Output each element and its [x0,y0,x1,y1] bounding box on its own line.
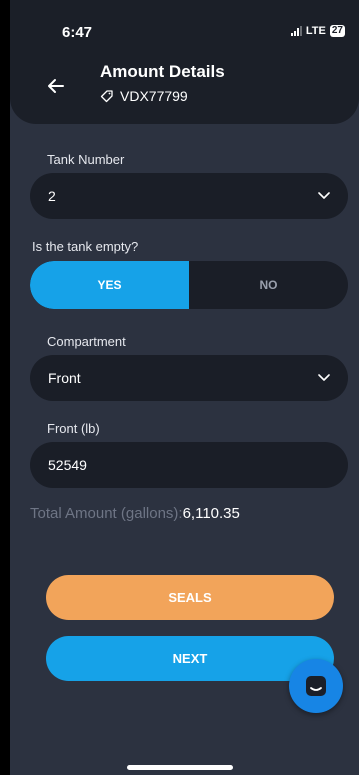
tank-empty-no-button[interactable]: NO [189,261,348,309]
tag-icon [100,90,113,103]
tank-number-value: 2 [48,188,56,204]
front-lb-label: Front (lb) [47,421,100,436]
status-time: 6:47 [62,24,93,41]
home-indicator[interactable] [127,765,233,770]
back-arrow-icon[interactable] [46,76,66,96]
total-amount: Total Amount (gallons):6,110.35 [30,505,240,522]
front-lb-value: 52549 [48,457,87,473]
compartment-select[interactable]: Front [30,355,348,401]
chevron-down-icon [318,192,330,199]
compartment-label: Compartment [47,334,126,349]
tank-number-select[interactable]: 2 [30,173,348,219]
total-amount-label: Total Amount (gallons): [30,505,183,522]
front-lb-input[interactable]: 52549 [30,442,348,488]
tag-row: VDX77799 [100,88,188,104]
tank-empty-yes-button[interactable]: YES [30,261,189,309]
network-label: LTE [305,25,326,37]
chevron-down-icon [318,374,330,381]
chat-icon [306,676,326,696]
seals-button[interactable]: SEALS [46,575,334,620]
tank-number-label: Tank Number [47,152,125,167]
chat-button[interactable] [289,659,343,713]
page-title: Amount Details [100,62,225,81]
app-screen: 6:47 LTE 27 Amount Details VDX77799 Tank… [0,0,359,775]
battery-icon: 27 [329,25,345,37]
left-edge [0,0,10,775]
compartment-value: Front [48,370,81,386]
tank-empty-label: Is the tank empty? [32,239,139,254]
trailer-id: VDX77799 [120,88,188,104]
tank-empty-toggle: YES NO [30,261,348,309]
total-amount-value: 6,110.35 [182,505,240,522]
signal-icon [290,26,302,36]
status-indicators: LTE 27 [290,25,345,37]
header: 6:47 LTE 27 Amount Details VDX77799 [10,0,359,124]
